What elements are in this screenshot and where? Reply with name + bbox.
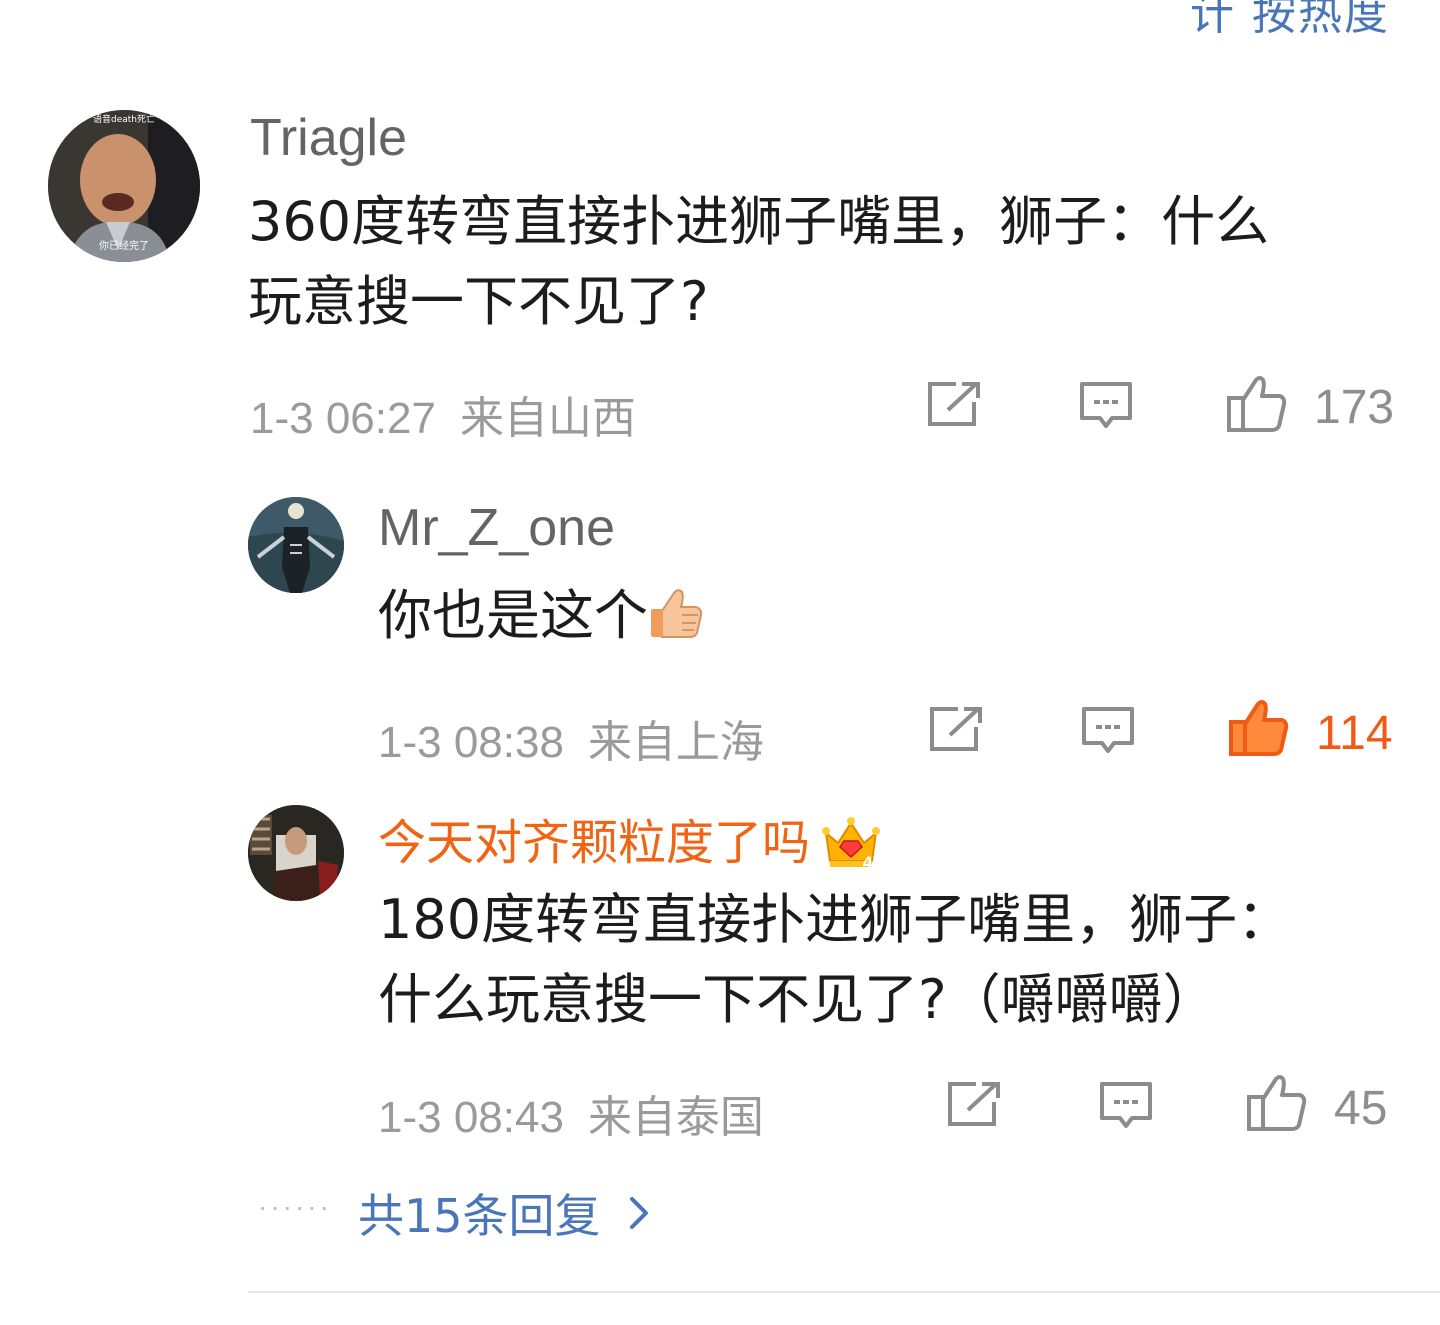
comment-line: 玩意搜一下不见了? <box>248 270 709 333</box>
reply-button[interactable] <box>1098 1080 1154 1132</box>
comment-line: 什么玩意搜一下不见了?（嚼嚼嚼） <box>378 968 1217 1031</box>
thumbs-up-emoji-icon <box>651 589 703 639</box>
sort-by-hot-toggle[interactable]: 计 按热度 <box>1190 0 1390 42</box>
comment-icon <box>1082 707 1134 753</box>
thumbs-up-icon <box>1247 1075 1307 1131</box>
timestamp: 1-3 06:27 <box>250 394 436 443</box>
like-button-active[interactable] <box>1228 698 1290 758</box>
thumbs-up-icon <box>1227 376 1287 432</box>
chevron-right-icon <box>629 1197 648 1229</box>
avatar[interactable] <box>248 805 344 901</box>
ip-location: 来自上海 <box>587 718 764 767</box>
ip-location: 来自山西 <box>459 394 636 443</box>
share-icon <box>930 707 982 751</box>
dotted-connector: ······ <box>258 1191 332 1222</box>
avatar[interactable]: 语音death死亡 你已经完了 <box>48 110 200 262</box>
thumbs-up-filled-icon <box>1229 700 1289 756</box>
svg-text:你已经完了: 你已经完了 <box>99 239 149 252</box>
comment-line: 360度转弯直接扑进狮子嘴里，狮子：什么 <box>248 190 1270 253</box>
svg-text:4: 4 <box>862 853 873 871</box>
like-button[interactable] <box>1246 1073 1308 1133</box>
svg-text:语音death死亡: 语音death死亡 <box>93 113 155 125</box>
comment-text: 你也是这个 <box>378 576 704 656</box>
view-all-replies-link[interactable]: ······ 共15条回复 <box>258 1180 649 1246</box>
like-count: 114 <box>1316 707 1393 760</box>
avatar[interactable] <box>248 497 344 593</box>
share-button[interactable] <box>926 380 982 428</box>
share-icon <box>948 1082 1000 1126</box>
comment-line: 180度转弯直接扑进狮子嘴里，狮子： <box>378 888 1292 951</box>
comment-meta: 1-3 06:27 来自山西 <box>250 382 636 446</box>
reply-button[interactable] <box>1080 705 1136 757</box>
comment-icon <box>1080 382 1132 428</box>
comment-meta: 1-3 08:38 来自上海 <box>378 706 764 770</box>
comment-icon <box>1100 1082 1152 1128</box>
reply-button[interactable] <box>1078 380 1134 432</box>
username[interactable]: Mr_Z_one <box>378 498 615 558</box>
reply-count-label: 共15条回复 <box>357 1189 601 1243</box>
ip-location: 来自泰国 <box>587 1093 764 1142</box>
like-count: 45 <box>1334 1082 1388 1135</box>
comment-line: 你也是这个 <box>378 584 648 647</box>
comment-text: 360度转弯直接扑进狮子嘴里，狮子：什么 玩意搜一下不见了? <box>248 182 1269 342</box>
divider <box>248 1291 1440 1293</box>
timestamp: 1-3 08:38 <box>378 718 564 767</box>
comment-meta: 1-3 08:43 来自泰国 <box>378 1081 764 1145</box>
comment-text: 180度转弯直接扑进狮子嘴里，狮子： 什么玩意搜一下不见了?（嚼嚼嚼） <box>378 880 1291 1040</box>
share-button[interactable] <box>946 1080 1002 1128</box>
username-label: 今天对齐颗粒度了吗 <box>378 817 811 870</box>
username[interactable]: 今天对齐颗粒度了吗 4 <box>378 803 881 875</box>
timestamp: 1-3 08:43 <box>378 1093 564 1142</box>
like-button[interactable] <box>1226 374 1288 434</box>
crown-vip-badge-icon: 4 <box>822 817 881 871</box>
username[interactable]: Triagle <box>250 108 407 168</box>
like-count: 173 <box>1314 381 1395 434</box>
share-button[interactable] <box>928 705 984 753</box>
share-icon <box>928 382 980 426</box>
